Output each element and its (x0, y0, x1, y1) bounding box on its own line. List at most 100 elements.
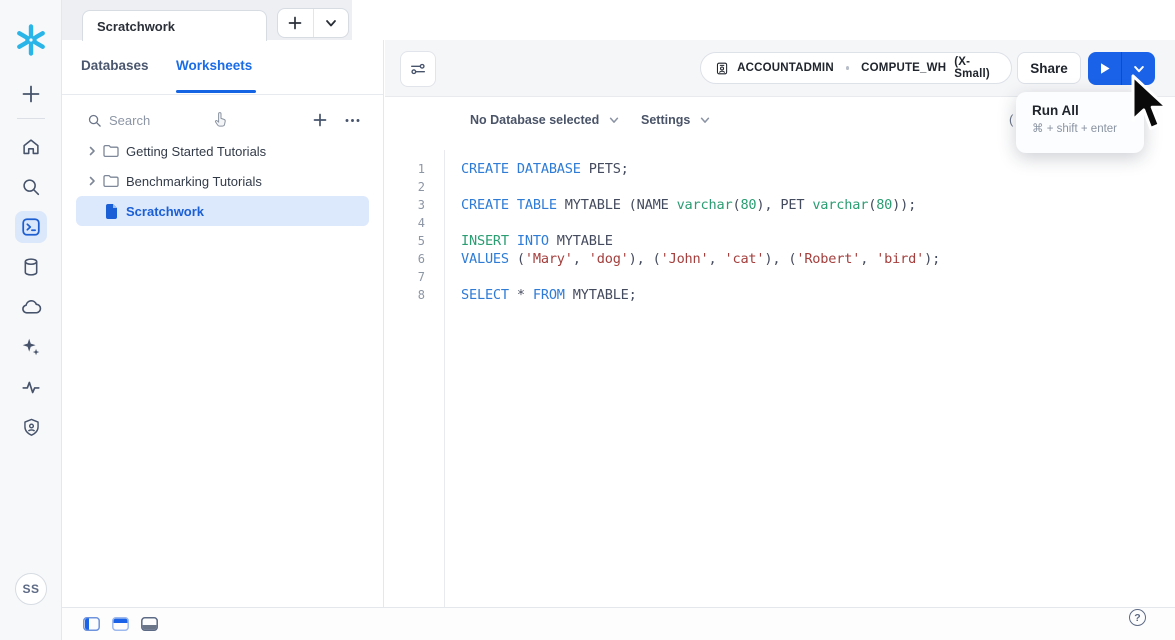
role-label: ACCOUNTADMIN (737, 62, 834, 74)
rail-item-home[interactable] (0, 127, 62, 167)
code-token: 'Mary' (525, 251, 573, 267)
plus-icon (287, 15, 303, 31)
database-icon (20, 256, 42, 278)
worksheet-file-icon (100, 204, 122, 219)
code-token: varchar (677, 197, 733, 213)
chevron-right-icon[interactable] (84, 176, 100, 186)
bottom-status-bar: ? (62, 607, 1175, 640)
code-token: CREATE DATABASE (461, 161, 581, 177)
rail-item-governance[interactable] (0, 407, 62, 447)
share-button[interactable]: Share (1017, 52, 1081, 84)
sparkles-icon (20, 336, 42, 358)
rail-new-button[interactable] (0, 74, 62, 114)
snowflake-logo-icon[interactable] (0, 22, 62, 58)
line-number: 1 (385, 160, 425, 178)
code-token: MYTABLE (NAME (557, 197, 677, 213)
line-number: 2 (385, 178, 425, 196)
add-worksheet-icon[interactable] (312, 112, 328, 128)
warehouse-size-label: (X-Small) (954, 56, 997, 80)
more-options-icon[interactable] (344, 112, 361, 129)
user-avatar[interactable]: SS (15, 573, 47, 605)
play-icon (1099, 62, 1111, 75)
code-line[interactable] (461, 268, 1175, 286)
cloud-icon (20, 296, 43, 319)
code-token: , (709, 251, 725, 267)
code-token: 80 (740, 197, 756, 213)
search-icon (87, 113, 102, 128)
sql-editor: No Database selected Settings ( 12345678… (385, 97, 1175, 607)
database-selector[interactable]: No Database selected (470, 113, 620, 127)
code-area[interactable]: CREATE DATABASE PETS; CREATE TABLE MYTAB… (461, 150, 1175, 607)
line-number: 5 (385, 232, 425, 250)
tree-item-label: Benchmarking Tutorials (126, 174, 262, 189)
code-line[interactable]: SELECT * FROM MYTABLE; (461, 286, 1175, 304)
code-token: 'John' (661, 251, 709, 267)
run-button[interactable] (1088, 52, 1121, 85)
code-token: ), PET (756, 197, 812, 213)
code-token: CREATE TABLE (461, 197, 557, 213)
line-number: 8 (385, 286, 425, 304)
code-token: 'bird' (876, 251, 924, 267)
chevron-right-icon[interactable] (84, 146, 100, 156)
snowsight-window: SS Scratchwork Databases Worksheets (0, 0, 1175, 640)
tab-databases[interactable]: Databases (81, 58, 149, 73)
rail-divider (17, 118, 45, 119)
code-token: INTO (517, 233, 549, 249)
help-button[interactable]: ? (1129, 609, 1146, 626)
rail-item-data[interactable] (0, 247, 62, 287)
run-options-dropdown-button[interactable] (1121, 52, 1155, 85)
role-badge-icon (715, 60, 729, 77)
sidebar-tabs: Databases Worksheets (62, 40, 383, 95)
code-line[interactable] (461, 178, 1175, 196)
worksheet-config-button[interactable] (400, 51, 436, 87)
search-input[interactable]: Search (87, 113, 312, 128)
code-token: 'cat' (724, 251, 764, 267)
code-token: MYTABLE (549, 233, 613, 249)
code-token: VALUES (461, 251, 509, 267)
code-line[interactable]: VALUES ('Mary', 'dog'), ('John', 'cat'),… (461, 250, 1175, 268)
line-number: 7 (385, 268, 425, 286)
code-token: ), ( (764, 251, 796, 267)
settings-selector[interactable]: Settings (641, 113, 711, 127)
left-icon-rail: SS (0, 0, 62, 640)
active-tab-underline (176, 90, 256, 93)
code-token: MYTABLE; (565, 287, 637, 303)
chevron-down-icon (608, 114, 620, 126)
tree-folder-benchmarking[interactable]: Benchmarking Tutorials (76, 166, 369, 196)
database-selector-label: No Database selected (470, 113, 599, 127)
code-token: PETS; (581, 161, 629, 177)
top-panel-toggle-icon[interactable] (112, 617, 129, 631)
chevron-down-icon (699, 114, 711, 126)
code-line[interactable]: CREATE TABLE MYTABLE (NAME varchar(80), … (461, 196, 1175, 214)
worksheet-tree: Getting Started Tutorials Benchmarking T… (62, 136, 383, 226)
code-line[interactable]: INSERT INTO MYTABLE (461, 232, 1175, 250)
tree-item-scratchwork-selected[interactable]: Scratchwork (76, 196, 369, 226)
rail-item-cloud[interactable] (0, 287, 62, 327)
new-tab-button[interactable] (278, 9, 313, 37)
code-token: varchar (812, 197, 868, 213)
code-token (509, 233, 517, 249)
rail-item-projects[interactable] (0, 207, 62, 247)
left-panel-toggle-icon[interactable] (83, 617, 100, 631)
code-token: 80 (876, 197, 892, 213)
run-all-menu-item[interactable]: Run All (1032, 103, 1144, 118)
code-line[interactable] (461, 214, 1175, 232)
tree-folder-getting-started[interactable]: Getting Started Tutorials (76, 136, 369, 166)
run-options-menu: Run All ⌘ + shift + enter (1016, 92, 1144, 153)
rail-item-ai-ml[interactable] (0, 327, 62, 367)
code-token: FROM (533, 287, 565, 303)
tab-worksheets[interactable]: Worksheets (176, 58, 252, 73)
rail-item-search[interactable] (0, 167, 62, 207)
code-line[interactable]: CREATE DATABASE PETS; (461, 160, 1175, 178)
worksheet-tab-scratchwork[interactable]: Scratchwork (82, 10, 267, 41)
code-token: , (860, 251, 876, 267)
session-context-selector[interactable]: ACCOUNTADMIN COMPUTE_WH (X-Small) (700, 52, 1012, 84)
tab-list-dropdown-button[interactable] (313, 9, 349, 37)
rail-item-activity[interactable] (0, 367, 62, 407)
tree-item-label: Scratchwork (126, 204, 204, 219)
code-token: ( (868, 197, 876, 213)
warehouse-label: COMPUTE_WH (861, 62, 946, 74)
line-number: 3 (385, 196, 425, 214)
bottom-panel-toggle-icon[interactable] (141, 617, 158, 631)
code-token: 'Robert' (796, 251, 860, 267)
